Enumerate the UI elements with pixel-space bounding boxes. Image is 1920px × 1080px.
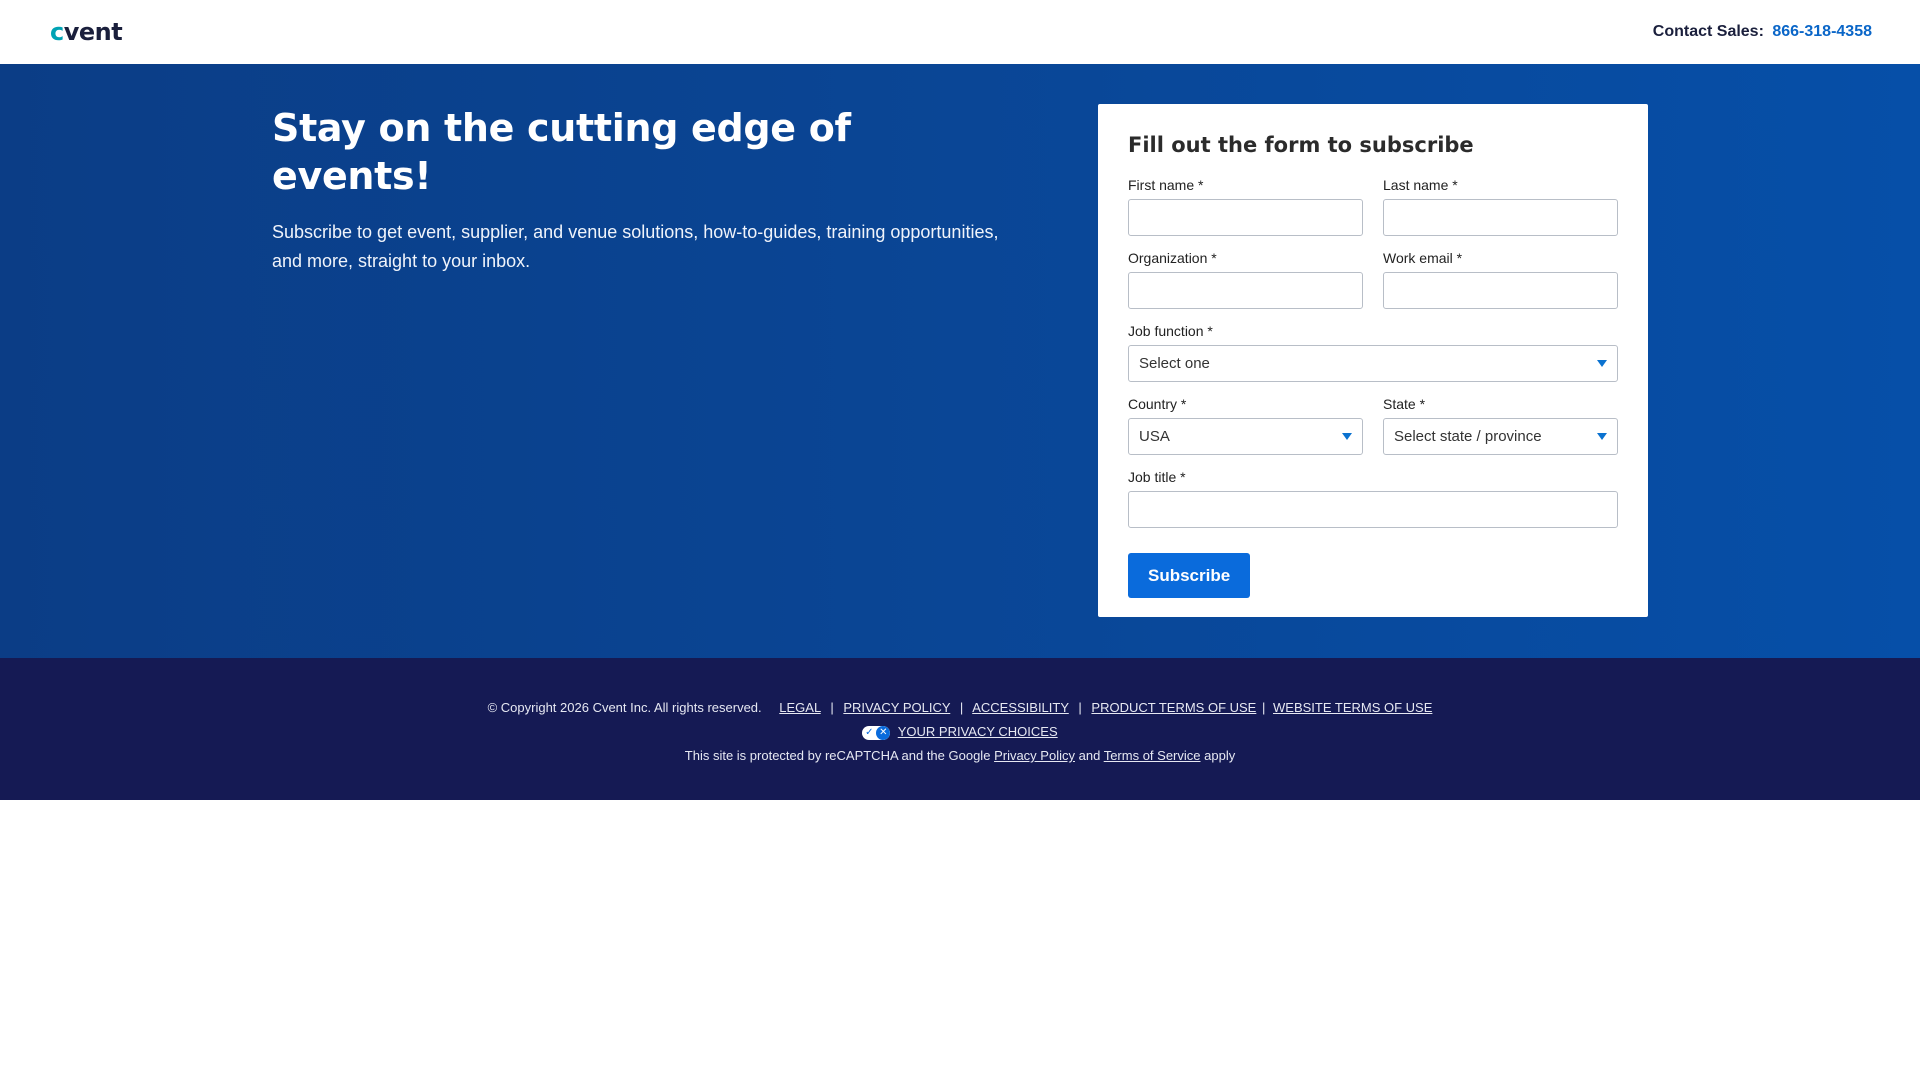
country-field: Country * USA [1128,395,1363,455]
state-select[interactable]: Select state / province [1383,418,1618,455]
legal-link[interactable]: LEGAL [779,700,820,715]
subscribe-button[interactable]: Subscribe [1128,553,1251,598]
recaptcha-prefix: This site is protected by reCAPTCHA and … [684,748,991,763]
state-selected-value: Select state / province [1394,428,1542,445]
contact-sales-label: Contact Sales: [1652,23,1764,40]
website-terms-link[interactable]: WEBSITE TERMS OF USE [1273,700,1432,715]
form-row-names: First name * Last name * [1128,176,1618,236]
separator: | [1078,700,1082,715]
form-row-location: Country * USA State * Select state / pro… [1128,395,1618,455]
job-function-select[interactable]: Select one [1128,345,1618,382]
separator: | [830,700,834,715]
logo-c: c [50,18,64,46]
google-terms-link[interactable]: Terms of Service [1104,748,1201,763]
product-terms-link[interactable]: PRODUCT TERMS OF USE [1091,700,1256,715]
logo-text: vent [63,18,123,46]
contact-sales-phone-link[interactable]: 866-318-4358 [1772,23,1872,40]
work-email-field: Work email * [1383,249,1618,309]
site-header: c vent Contact Sales: 866-318-4358 [0,0,1920,64]
privacy-choices-link[interactable]: YOUR PRIVACY CHOICES [898,724,1058,739]
page-blank-area [0,800,1920,1080]
form-row-org-email: Organization * Work email * [1128,249,1618,309]
chevron-down-icon [1342,433,1352,440]
form-title: Fill out the form to subscribe [1128,133,1474,157]
privacy-policy-link[interactable]: PRIVACY POLICY [843,700,950,715]
job-function-field: Job function * Select one [1128,322,1618,382]
chevron-down-icon [1597,433,1607,440]
hero-description: Subscribe to get event, supplier, and ve… [272,222,999,271]
recaptcha-suffix: apply [1204,748,1236,763]
google-privacy-policy-link[interactable]: Privacy Policy [994,748,1075,763]
first-name-field: First name * [1128,176,1363,236]
state-label: State * [1383,396,1426,412]
country-selected-value: USA [1139,428,1170,445]
copyright-text: © Copyright 2026 Cvent Inc. All rights r… [487,700,762,715]
last-name-input[interactable] [1383,199,1618,236]
form-row-job-function: Job function * Select one [1128,322,1618,382]
privacy-choices-line: ✓ ✕ YOUR PRIVACY CHOICES [0,720,1920,744]
country-select[interactable]: USA [1128,418,1363,455]
first-name-label: First name * [1128,177,1204,193]
first-name-input[interactable] [1128,199,1363,236]
job-title-input[interactable] [1128,491,1618,528]
recaptcha-line: This site is protected by reCAPTCHA and … [0,744,1920,768]
hero-title: Stay on the cutting edge of events! [272,106,851,198]
hero-section: Stay on the cutting edge of events! Subs… [0,64,1920,658]
subscribe-form: Fill out the form to subscribe First nam… [1098,104,1648,617]
site-footer: © Copyright 2026 Cvent Inc. All rights r… [0,658,1920,800]
chevron-down-icon [1597,360,1607,367]
country-label: Country * [1128,396,1187,412]
hero-text: Stay on the cutting edge of events! Subs… [272,104,1012,276]
separator: | [1261,700,1266,715]
organization-input[interactable] [1128,272,1363,309]
footer-legal-line: © Copyright 2026 Cvent Inc. All rights r… [0,696,1920,720]
work-email-label: Work email * [1383,250,1463,266]
job-title-field: Job title * [1128,468,1618,528]
last-name-label: Last name * [1383,177,1458,193]
form-row-job-title: Job title * [1128,468,1618,528]
job-function-selected-value: Select one [1139,355,1210,372]
work-email-input[interactable] [1383,272,1618,309]
recaptcha-and: and [1078,748,1101,763]
separator: | [959,700,964,715]
organization-field: Organization * [1128,249,1363,309]
organization-label: Organization * [1128,250,1217,266]
privacy-choices-icon: ✓ ✕ [862,725,891,740]
job-title-label: Job title * [1128,469,1186,485]
accessibility-link[interactable]: ACCESSIBILITY [972,700,1069,715]
cvent-logo[interactable]: c vent [50,18,123,46]
state-field: State * Select state / province [1383,395,1618,455]
contact-sales: Contact Sales: 866-318-4358 [1653,23,1872,41]
last-name-field: Last name * [1383,176,1618,236]
job-function-label: Job function * [1128,323,1213,339]
